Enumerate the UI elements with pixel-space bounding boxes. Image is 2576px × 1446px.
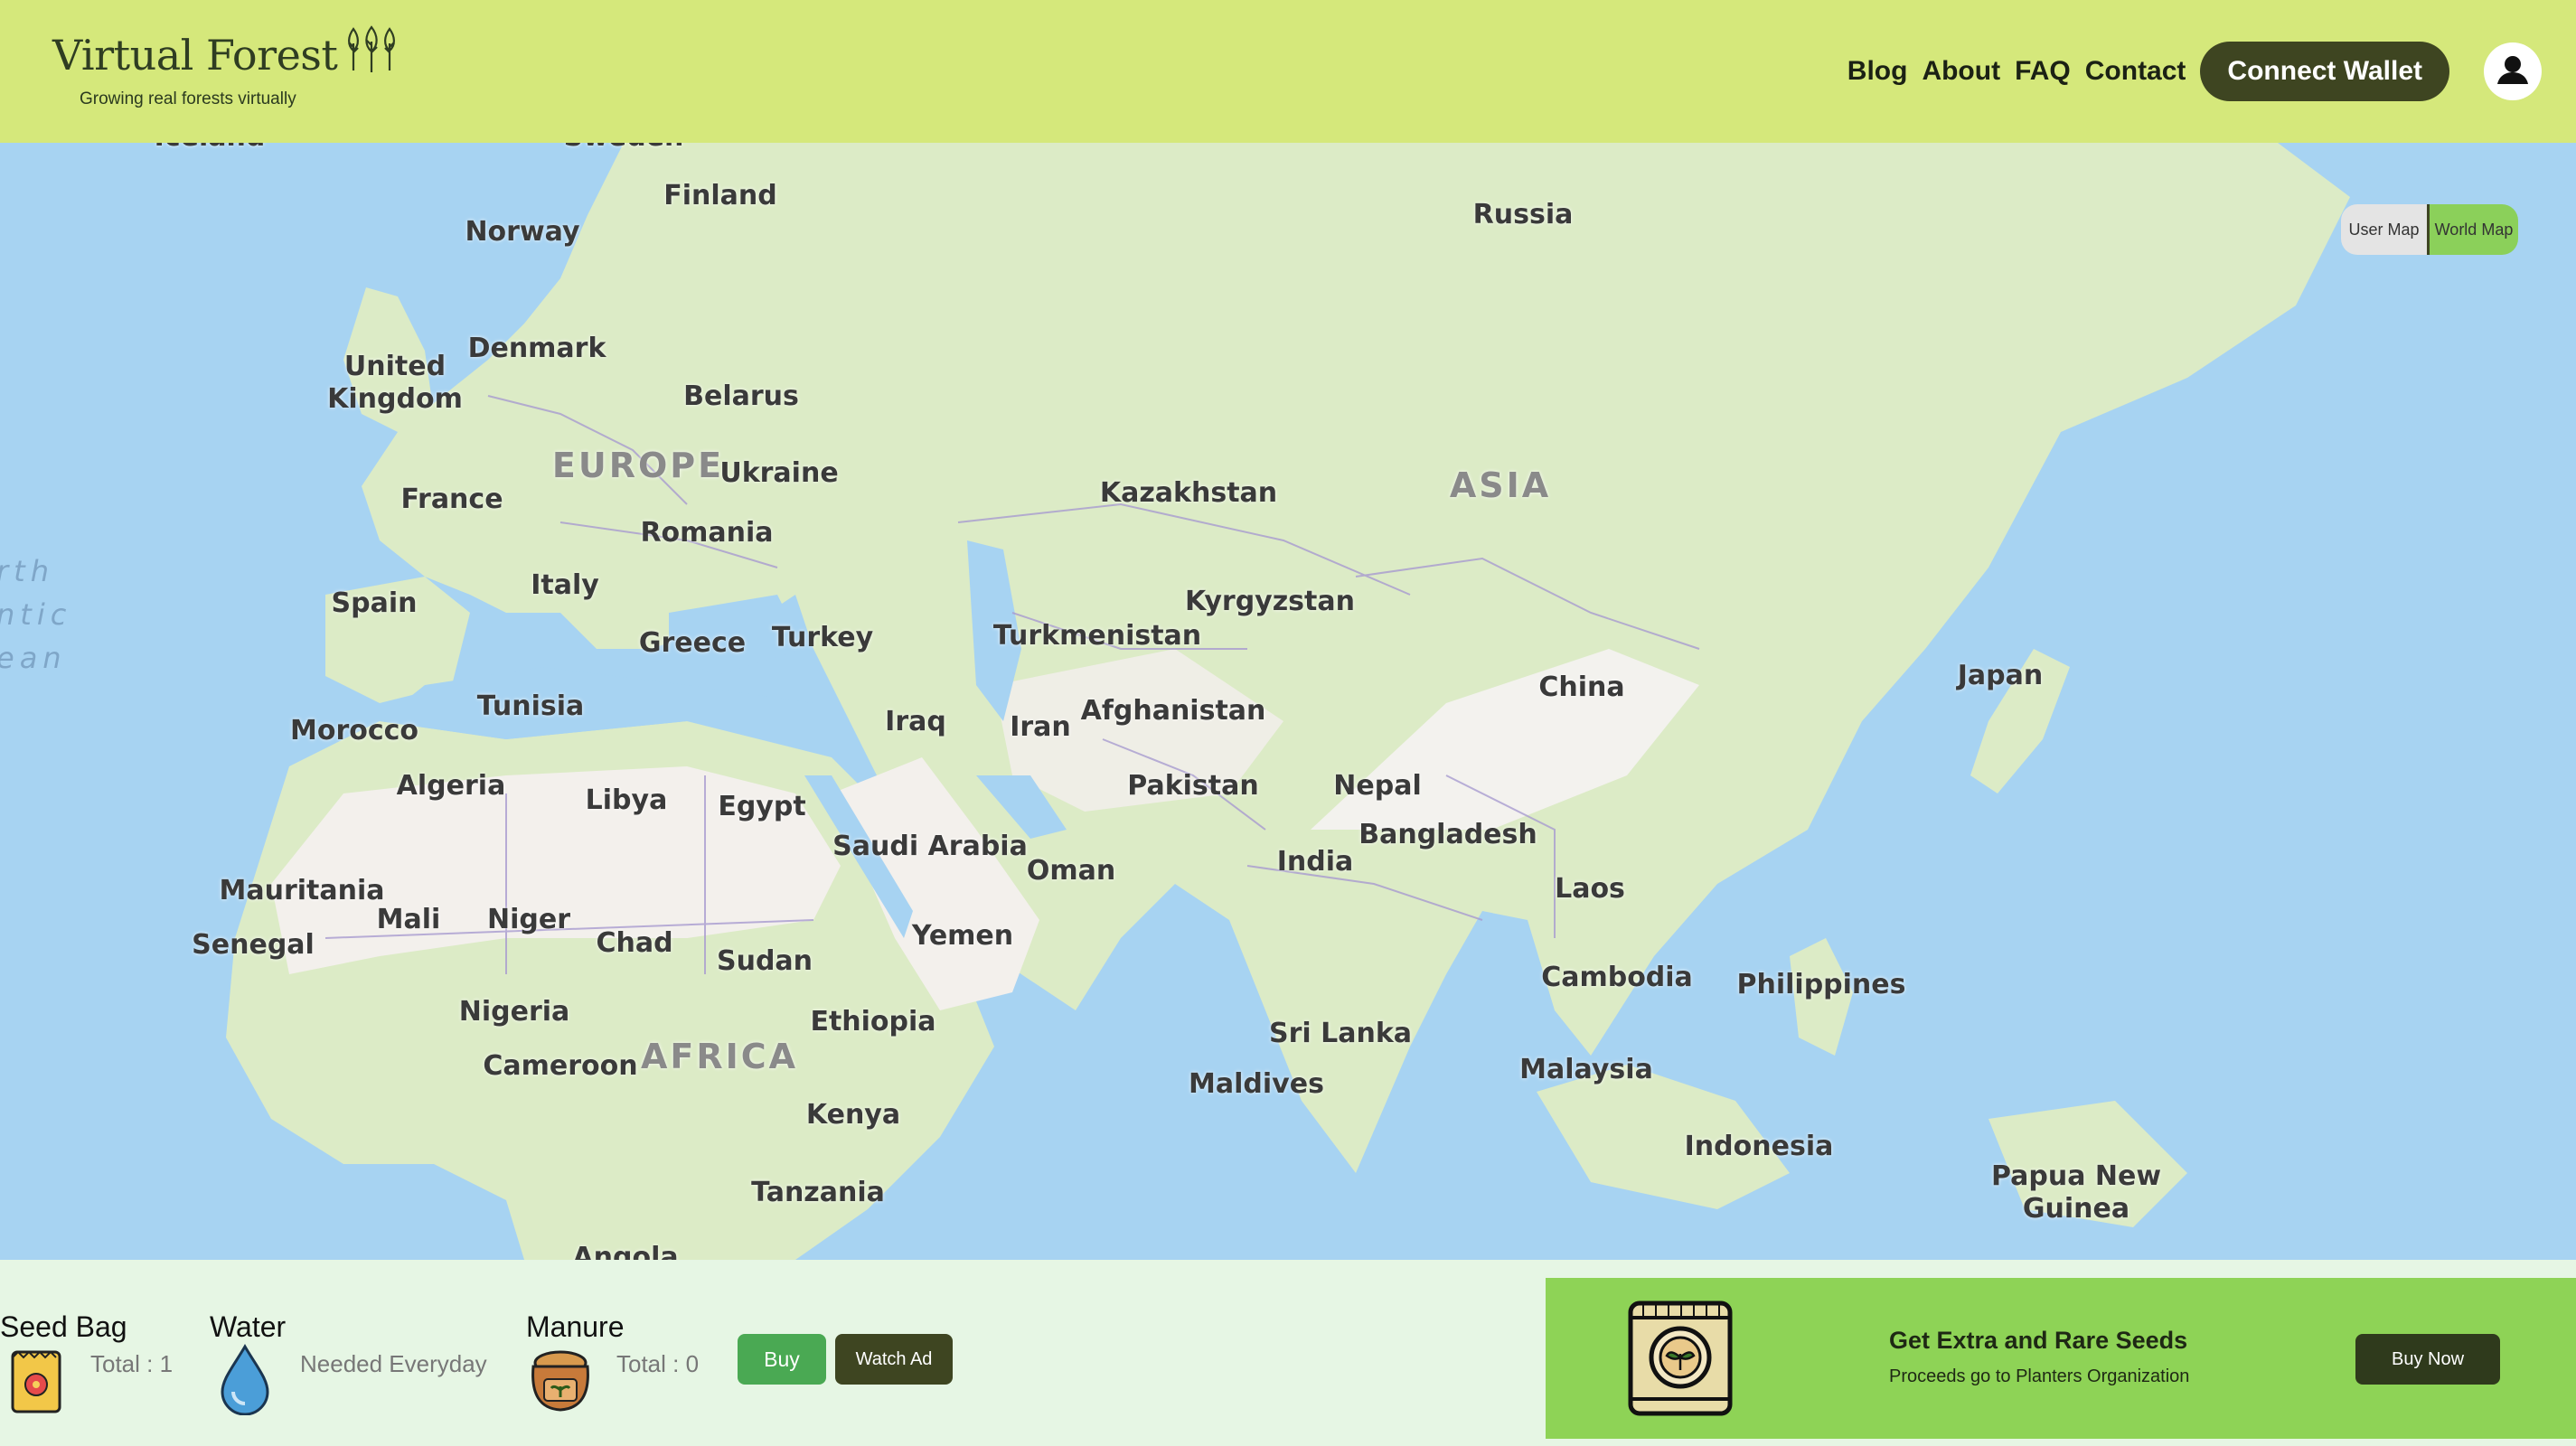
label-yemen: Yemen [911,920,1014,952]
label-ethiopia: Ethiopia [810,1006,936,1038]
trees-icon [344,25,399,84]
label-japan: Japan [1957,660,2044,691]
label-greece: Greece [638,627,747,659]
label-mauritania: Mauritania [219,875,385,906]
buy-button[interactable]: Buy [738,1334,826,1385]
promo-title: Get Extra and Rare Seeds [1889,1327,2188,1354]
water-status: Needed Everyday [300,1350,487,1377]
bottom-panel: Seed Bag Total : 1 Water Needed Everyday… [0,1260,2576,1446]
label-algeria: Algeria [396,770,506,802]
label-png: Papua New Guinea [1990,1160,2162,1225]
label-kenya: Kenya [805,1099,901,1131]
label-srilanka: Sri Lanka [1268,1018,1413,1049]
label-saudi: Saudi Arabia [832,831,1028,862]
label-turkmenistan: Turkmenistan [992,620,1202,652]
map-view-toggle: User Map World Map [2341,204,2518,255]
manure-total: Total : 0 [616,1350,700,1377]
nav-blog[interactable]: Blog [1847,56,1908,87]
label-romania: Romania [640,517,774,549]
manure-bag-icon [531,1350,589,1412]
user-avatar[interactable] [2484,42,2542,100]
label-nepal: Nepal [1333,770,1422,802]
label-cambodia: Cambodia [1541,962,1693,993]
label-oman: Oman [1026,855,1116,887]
label-afghanistan: Afghanistan [1080,695,1266,727]
seed-bag-icon [11,1350,61,1413]
label-kazakhstan: Kazakhstan [1099,477,1278,509]
label-sweden: Sweden [564,143,684,154]
label-denmark: Denmark [467,333,606,364]
top-header: Virtual Forest Growing real forests virt… [0,0,2576,143]
promo-banner: Get Extra and Rare Seeds Proceeds go to … [1546,1278,2576,1439]
label-cameroon: Cameroon [483,1050,638,1082]
seed-bag-resource: Seed Bag [0,1310,127,1344]
nav-contact[interactable]: Contact [2085,56,2186,87]
label-chad: Chad [596,927,673,959]
label-mali: Mali [376,904,441,935]
app-title: Virtual Forest [52,30,338,80]
water-drop-icon [221,1344,269,1415]
label-china: China [1538,671,1625,703]
nav-faq[interactable]: FAQ [2015,56,2071,87]
nav-about[interactable]: About [1922,56,2000,87]
label-finland: Finland [663,180,777,211]
label-morocco: Morocco [289,715,419,746]
user-icon [2497,56,2528,84]
label-philippines: Philippines [1736,969,1906,1000]
label-india: India [1276,846,1354,878]
manure-resource: Manure [526,1310,625,1344]
world-map[interactable]: Iceland Sweden Finland Norway Russia Uni… [0,143,2576,1260]
seed-packet-icon [1628,1300,1733,1416]
label-senegal: Senegal [192,929,315,961]
label-niger: Niger [486,904,571,935]
label-uk: United Kingdom [327,351,463,415]
logo[interactable]: Virtual Forest Growing real forests virt… [52,25,399,109]
buy-now-button[interactable]: Buy Now [2355,1334,2500,1385]
label-iceland: Iceland [155,143,266,154]
label-nigeria: Nigeria [458,996,570,1028]
label-norway: Norway [465,216,580,248]
main-nav: Blog About FAQ Contact Connect Wallet [1847,40,2576,103]
label-ukraine: Ukraine [719,457,839,489]
label-asia: ASIA [1449,465,1552,506]
label-africa: AFRICA [640,1037,799,1077]
label-tanzania: Tanzania [751,1177,885,1208]
label-france: France [400,484,503,515]
label-turkey: Turkey [771,622,874,653]
label-belarus: Belarus [683,380,799,412]
manure-title: Manure [526,1310,625,1343]
world-map-toggle[interactable]: World Map [2430,204,2518,255]
label-angola: Angola [572,1242,679,1260]
label-kyrgyzstan: Kyrgyzstan [1185,586,1355,617]
label-russia: Russia [1472,199,1574,230]
label-malaysia: Malaysia [1519,1054,1653,1085]
label-egypt: Egypt [718,791,806,822]
label-sudan: Sudan [716,945,813,977]
watch-ad-button[interactable]: Watch Ad [835,1334,953,1385]
label-atlantic-ocean: rth ntic ean [0,554,72,675]
label-italy: Italy [531,569,599,601]
label-bangladesh: Bangladesh [1359,819,1537,850]
label-iraq: Iraq [885,706,946,737]
water-title: Water [210,1310,287,1343]
label-maldives: Maldives [1189,1068,1324,1100]
seed-bag-total: Total : 1 [90,1350,174,1377]
label-laos: Laos [1555,873,1625,905]
label-pakistan: Pakistan [1127,770,1259,802]
tagline: Growing real forests virtually [80,89,296,108]
connect-wallet-button[interactable]: Connect Wallet [2200,42,2449,101]
label-indonesia: Indonesia [1684,1131,1834,1162]
label-iran: Iran [1010,711,1071,743]
label-europe: EUROPE [551,446,725,486]
promo-subtitle: Proceeds go to Planters Organization [1889,1366,2190,1386]
label-tunisia: Tunisia [476,690,585,722]
label-libya: Libya [585,784,668,816]
label-spain: Spain [331,587,418,619]
user-map-toggle[interactable]: User Map [2341,204,2430,255]
water-resource: Water [210,1310,286,1344]
seed-bag-title: Seed Bag [0,1310,127,1343]
